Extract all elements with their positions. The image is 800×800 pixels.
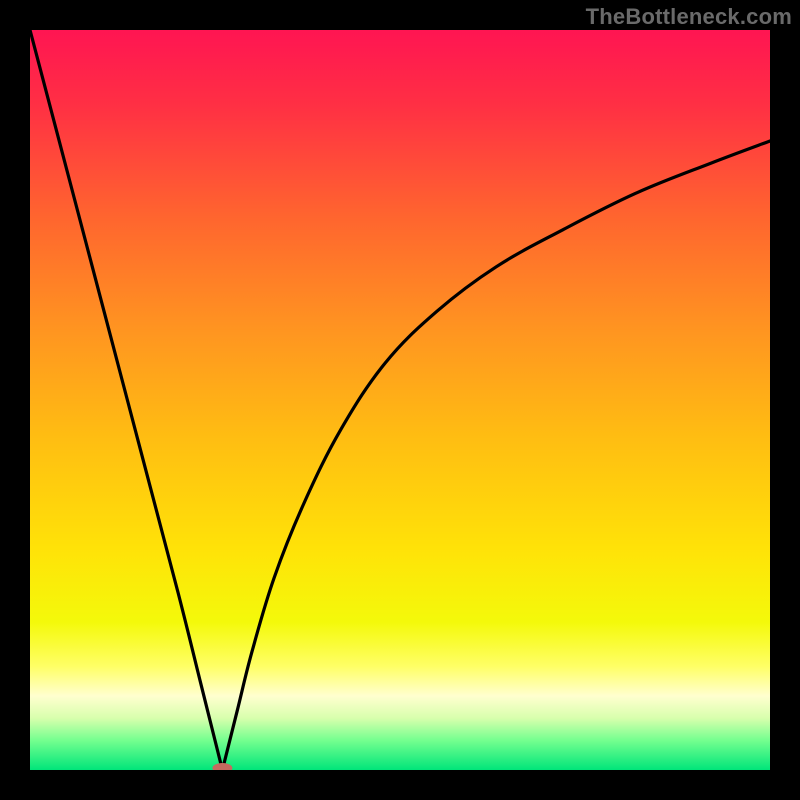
plot-background xyxy=(30,30,770,770)
chart-plot xyxy=(30,30,770,770)
watermark-text: TheBottleneck.com xyxy=(586,4,792,30)
chart-frame: TheBottleneck.com xyxy=(0,0,800,800)
